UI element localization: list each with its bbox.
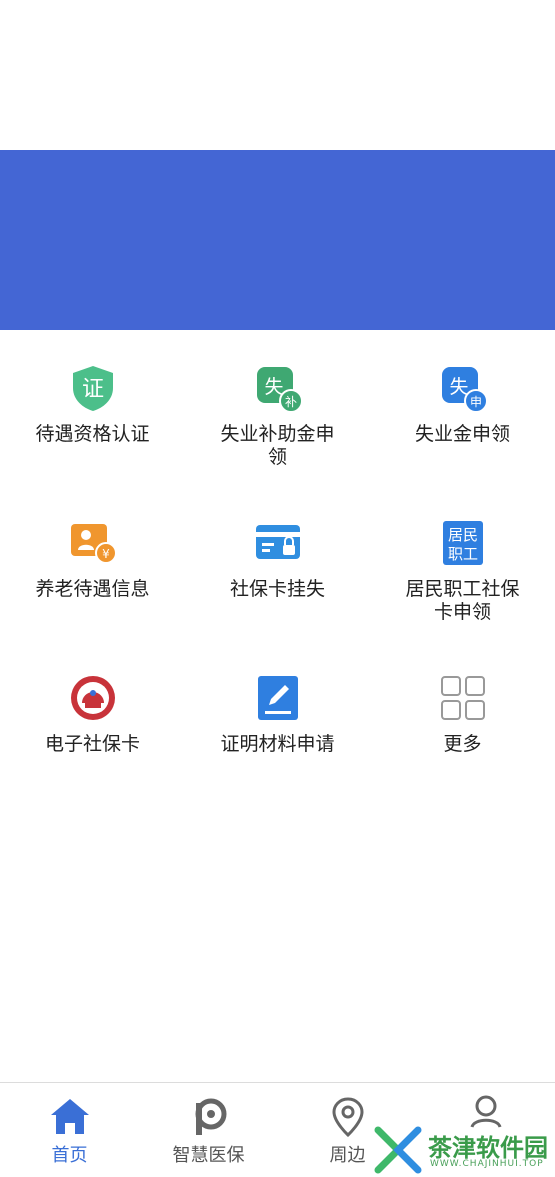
service-item-qualification[interactable]: 证 待遇资格认证 (0, 363, 185, 493)
svg-text:¥: ¥ (102, 547, 110, 561)
service-label: 证明材料申请 (220, 733, 335, 755)
svg-text:补: 补 (284, 395, 296, 409)
svg-text:居民: 居民 (447, 526, 477, 544)
tab-label: 智慧医保 (172, 1145, 245, 1166)
location-pin-icon (331, 1097, 364, 1138)
more-grid-icon (440, 676, 485, 720)
service-label: 失业补助金申 领 (220, 423, 335, 468)
smart-medical-insurance-icon (195, 1098, 226, 1135)
svg-text:职工: 职工 (447, 545, 477, 563)
social-security-seal-icon (70, 676, 115, 720)
resident-worker-icon: 居民 职工 (442, 521, 483, 565)
tab-smart-medical-insurance[interactable]: 智慧医保 (139, 1083, 278, 1177)
service-item-unemployment-benefit[interactable]: 失 申 失业金申领 (370, 363, 555, 493)
cert-glyph: 证 (81, 377, 103, 402)
certificate-shield-icon: 证 (72, 366, 113, 411)
watermark-subtitle: WWW.CHAJINHUI.TOP (430, 1159, 544, 1169)
status-area (0, 0, 555, 150)
svg-text:失: 失 (449, 376, 468, 398)
service-label: 待遇资格认证 (35, 423, 150, 445)
watermark-logo-icon (374, 1126, 422, 1174)
svg-text:失: 失 (264, 376, 283, 398)
service-label: 居民职工社保 卡申领 (405, 578, 520, 623)
service-item-electronic-card[interactable]: 电子社保卡 (0, 673, 185, 783)
edit-document-icon (257, 676, 298, 720)
service-item-card-report-loss[interactable]: 社保卡挂失 (185, 518, 370, 648)
pension-info-icon: ¥ (70, 524, 117, 564)
banner[interactable] (0, 150, 555, 330)
unemployment-benefit-icon: 失 申 (441, 367, 488, 413)
service-label: 社保卡挂失 (229, 578, 325, 600)
tab-label: 首页 (51, 1145, 88, 1166)
tab-home[interactable]: 首页 (0, 1083, 139, 1177)
service-item-unemployment-subsidy[interactable]: 失 补 失业补助金申 领 (185, 363, 370, 493)
watermark-title: 茶津软件园 (428, 1133, 548, 1162)
service-item-certificate-request[interactable]: 证明材料申请 (185, 673, 370, 783)
service-item-resident-worker-card[interactable]: 居民 职工 居民职工社保 卡申领 (370, 518, 555, 648)
service-item-pension-info[interactable]: ¥ 养老待遇信息 (0, 518, 185, 648)
service-item-more[interactable]: 更多 (370, 673, 555, 783)
service-grid: 证 待遇资格认证 失 补 失业补助金申 领 失 申 失业金申领 ¥ 养老待遇信息… (0, 330, 555, 790)
unemployment-subsidy-icon: 失 补 (256, 367, 303, 413)
svg-text:申: 申 (469, 395, 481, 409)
service-label: 养老待遇信息 (35, 578, 150, 600)
service-label: 电子社保卡 (44, 733, 140, 755)
home-icon (50, 1099, 89, 1134)
service-label: 更多 (443, 733, 482, 755)
watermark: 茶津软件园 WWW.CHAJINHUI.TOP (370, 1122, 555, 1176)
service-label: 失业金申领 (414, 423, 510, 445)
card-lock-icon (255, 525, 300, 559)
